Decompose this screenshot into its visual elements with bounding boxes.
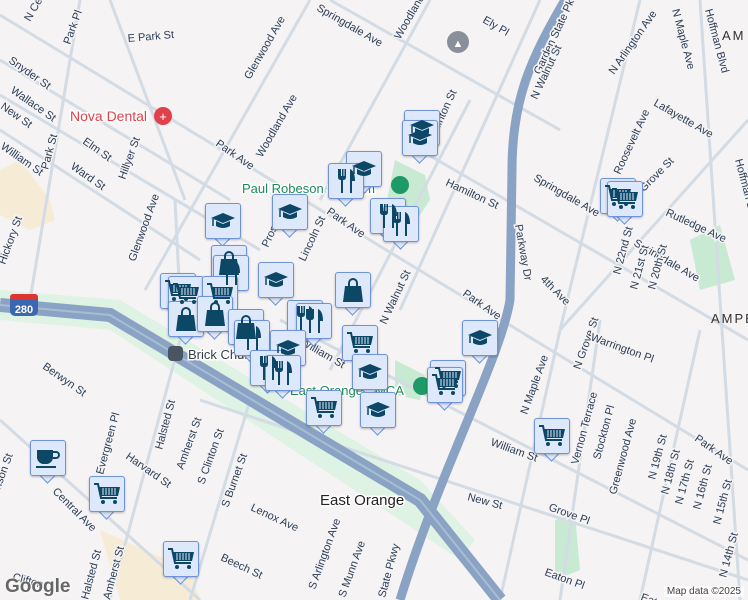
ampere-top-label: AM: [722, 28, 746, 43]
google-logo[interactable]: Google: [5, 576, 70, 598]
shopping-bag-icon: [335, 272, 371, 308]
street-label: N 15th St: [711, 478, 734, 525]
school-icon: [258, 262, 294, 298]
street-label: S Munn Ave: [337, 539, 368, 599]
street-label: Hoffman Blvd: [732, 158, 748, 225]
street-label: N Cen: [22, 0, 48, 23]
school-marker[interactable]: [462, 320, 498, 364]
street-label: Glenwood Ave: [127, 192, 162, 263]
train-station-icon[interactable]: [168, 346, 183, 361]
street-label: N Walnut St: [378, 268, 414, 326]
grocery-cart-marker[interactable]: [607, 181, 643, 225]
school-cap-icon: ▲: [453, 38, 464, 50]
street-label: Amherst St: [175, 416, 205, 471]
shield-top: [10, 294, 38, 300]
east-orange-label: East Orange: [320, 492, 404, 509]
nova-dental-label[interactable]: Nova Dental: [69, 107, 149, 126]
school-icon: [205, 203, 241, 239]
street-label: Park Ave: [213, 138, 256, 173]
shopping-bag-marker[interactable]: [335, 272, 371, 316]
street-label: S Arlington Ave: [307, 517, 344, 591]
street-label: Park St: [39, 133, 60, 171]
grocery-cart-marker[interactable]: [89, 476, 125, 520]
street-label: N Arlington Ave: [607, 8, 660, 76]
street-label: Park Ave: [460, 288, 503, 323]
cafe-icon: [30, 440, 66, 476]
street-label: E Park St: [127, 29, 174, 45]
street-label: Park Ave: [324, 206, 367, 241]
street-label: nson St: [0, 452, 16, 491]
school-icon: [360, 392, 396, 428]
grocery-cart-icon: [607, 181, 643, 217]
grocery-cart-marker[interactable]: [163, 541, 199, 585]
grocery-cart-marker[interactable]: [427, 367, 463, 411]
grocery-cart-icon: [534, 418, 570, 454]
street-label: Park Pl: [62, 9, 85, 46]
street-label: Evergreen Pl: [94, 411, 122, 476]
street-label: Halsted St: [79, 549, 104, 600]
grocery-cart-icon: [163, 541, 199, 577]
school-icon: [352, 354, 388, 390]
i280-shield-label: 280: [15, 304, 33, 316]
stadium-pin-icon[interactable]: [391, 176, 409, 194]
street-label: Hillyer St: [117, 136, 143, 181]
street-label: Stockton Pl: [591, 404, 617, 461]
school-marker[interactable]: [205, 203, 241, 247]
street-label: Woodland Ave: [392, 0, 438, 41]
school-marker[interactable]: [272, 194, 308, 238]
street-label: Beech St: [219, 552, 265, 582]
street-label: Lenox Ave: [249, 502, 300, 535]
street-label: Ely Pl: [481, 14, 511, 38]
grocery-cart-icon: [89, 476, 125, 512]
grocery-cart-icon: [306, 390, 342, 426]
grocery-cart-icon: [427, 367, 463, 403]
school-icon: [462, 320, 498, 356]
school-icon: [272, 194, 308, 230]
plus-icon: +: [159, 109, 167, 124]
street-label: Warrington Pl: [589, 332, 655, 366]
cafe-marker[interactable]: [30, 440, 66, 484]
street-label: Parkway Dr: [512, 223, 534, 281]
school-marker[interactable]: [360, 392, 396, 436]
street-label: Springdale Ave: [532, 172, 602, 219]
ampere-label: AMPE: [711, 311, 748, 326]
street-label: Roosevelt Ave: [612, 108, 653, 177]
street-label: Greenwood Ave: [607, 417, 639, 496]
street-label: S Clinton St: [196, 427, 227, 486]
street-label: Woodland Ave: [254, 92, 300, 159]
street-label: Hickory St: [0, 215, 25, 266]
street-label: N 16th St: [691, 463, 714, 510]
map-attribution[interactable]: Map data ©2025: [663, 586, 744, 597]
street-label: Elm St: [80, 136, 113, 164]
street-label: N Maple Ave: [519, 353, 552, 416]
street-label: 4th Ave: [538, 274, 572, 308]
grocery-cart-marker[interactable]: [534, 418, 570, 462]
street-label: N Maple Ave: [669, 8, 697, 71]
street-label: Berwyn St: [40, 361, 88, 400]
grocery-cart-marker[interactable]: [306, 390, 342, 434]
street-label: S Burnet St: [220, 452, 251, 509]
